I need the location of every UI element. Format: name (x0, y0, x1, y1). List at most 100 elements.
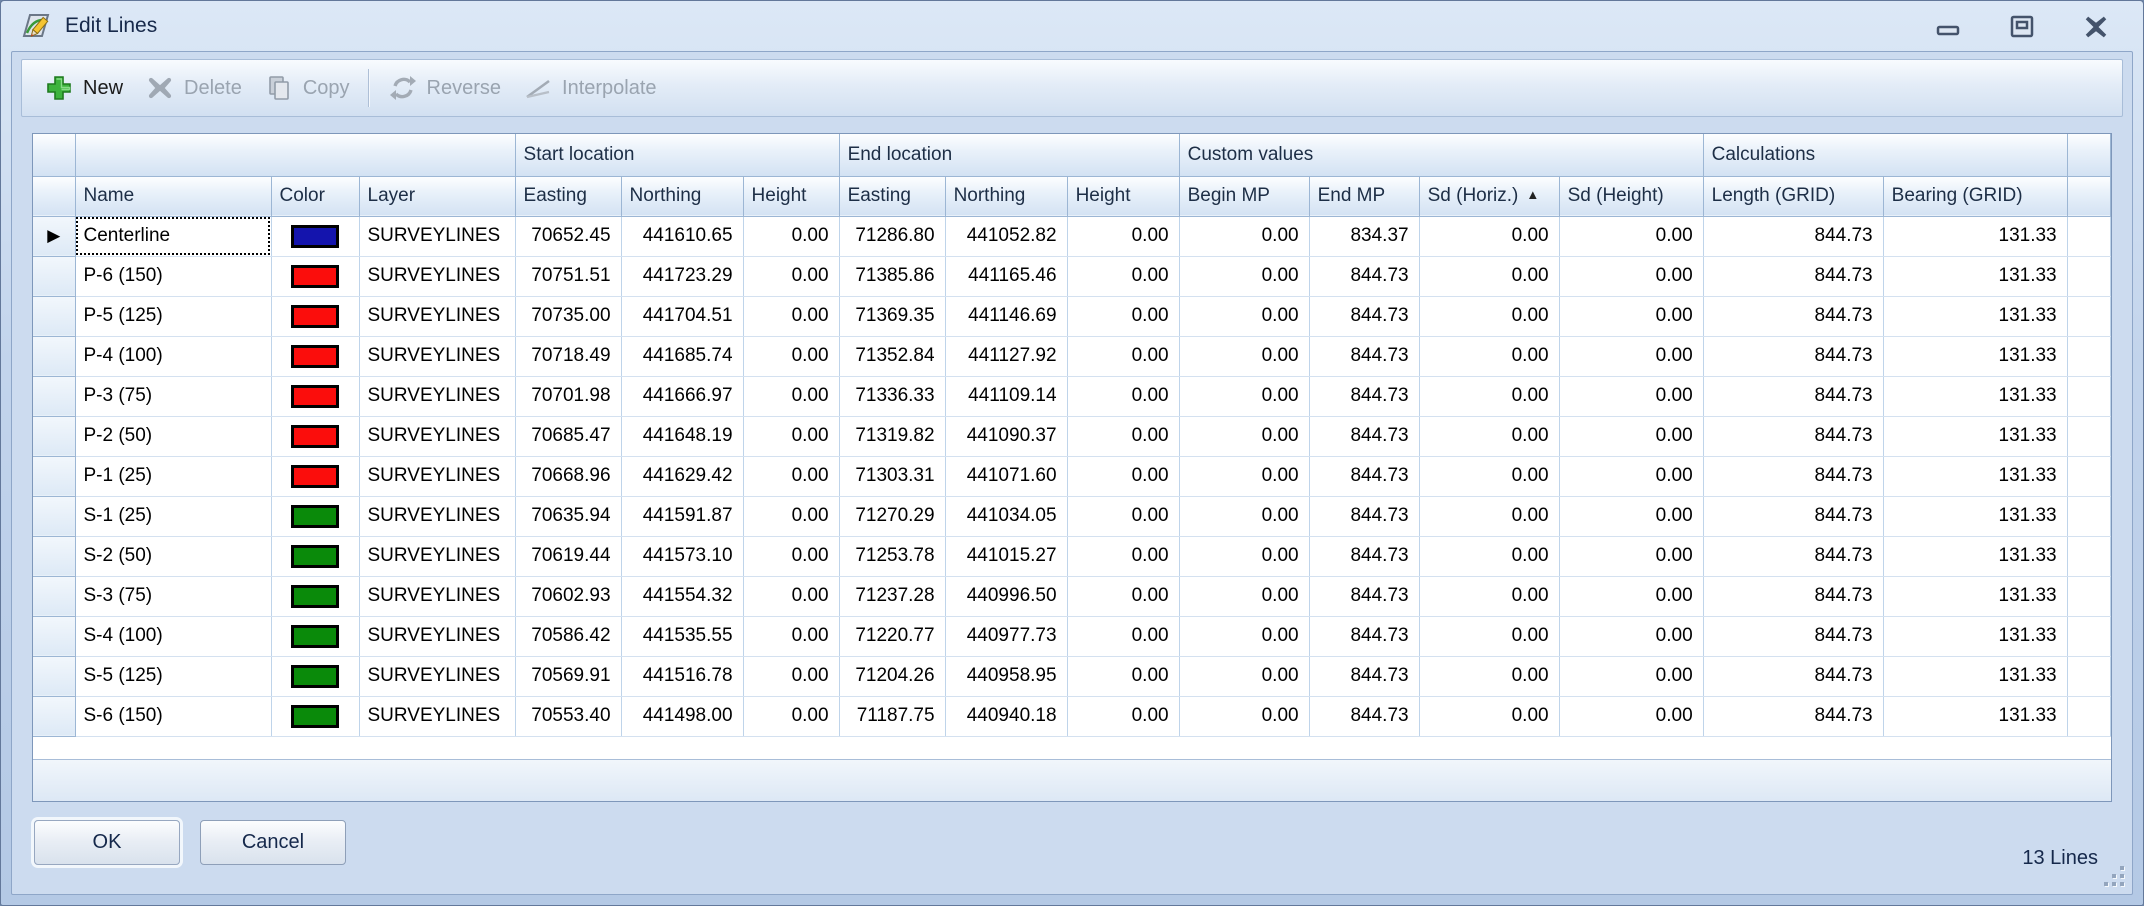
copy-button[interactable]: Copy (256, 67, 364, 109)
column-header-end-mp[interactable]: End MP (1309, 176, 1419, 216)
value-cell-northing[interactable]: 441723.29 (621, 256, 743, 296)
name-cell[interactable]: S-4 (100) (75, 616, 271, 656)
value-cell-height[interactable]: 0.00 (1067, 496, 1179, 536)
value-cell-height[interactable]: 0.00 (743, 656, 839, 696)
name-cell[interactable]: P-3 (75) (75, 376, 271, 416)
value-cell-end-mp[interactable]: 844.73 (1309, 336, 1419, 376)
color-cell[interactable] (271, 416, 359, 456)
value-cell-northing[interactable]: 441704.51 (621, 296, 743, 336)
value-cell-northing[interactable]: 441071.60 (945, 456, 1067, 496)
reverse-button[interactable]: Reverse (380, 67, 515, 109)
value-cell-length-grid[interactable]: 844.73 (1703, 336, 1883, 376)
value-cell-bearing-grid[interactable]: 131.33 (1883, 696, 2067, 736)
value-cell-height[interactable]: 0.00 (1067, 296, 1179, 336)
value-cell-northing[interactable]: 441015.27 (945, 536, 1067, 576)
column-header-height[interactable]: Height (1067, 176, 1179, 216)
name-cell[interactable]: S-3 (75) (75, 576, 271, 616)
row-selector-cell[interactable] (33, 656, 75, 696)
value-cell-easting[interactable]: 71286.80 (839, 216, 945, 256)
value-cell-sd-horiz[interactable]: 0.00 (1419, 696, 1559, 736)
layer-cell[interactable]: SURVEYLINES (359, 656, 515, 696)
value-cell-height[interactable]: 0.00 (1067, 656, 1179, 696)
layer-cell[interactable]: SURVEYLINES (359, 216, 515, 256)
value-cell-sd-horiz[interactable]: 0.00 (1419, 536, 1559, 576)
value-cell-begin-mp[interactable]: 0.00 (1179, 536, 1309, 576)
row-selector-cell[interactable] (33, 536, 75, 576)
titlebar[interactable]: Edit Lines (1, 1, 2143, 51)
value-cell-bearing-grid[interactable]: 131.33 (1883, 376, 2067, 416)
column-header-northing[interactable]: Northing (621, 176, 743, 216)
color-cell[interactable] (271, 296, 359, 336)
color-cell[interactable] (271, 216, 359, 256)
value-cell-northing[interactable]: 441554.32 (621, 576, 743, 616)
value-cell-height[interactable]: 0.00 (1067, 456, 1179, 496)
value-cell-easting[interactable]: 71352.84 (839, 336, 945, 376)
row-selector-cell[interactable] (33, 456, 75, 496)
value-cell-height[interactable]: 0.00 (743, 496, 839, 536)
value-cell-easting[interactable]: 70701.98 (515, 376, 621, 416)
value-cell-northing[interactable]: 441165.46 (945, 256, 1067, 296)
value-cell-length-grid[interactable]: 844.73 (1703, 576, 1883, 616)
value-cell-sd-height[interactable]: 0.00 (1559, 256, 1703, 296)
value-cell-easting[interactable]: 70735.00 (515, 296, 621, 336)
name-cell[interactable]: P-4 (100) (75, 336, 271, 376)
value-cell-easting[interactable]: 70635.94 (515, 496, 621, 536)
layer-cell[interactable]: SURVEYLINES (359, 456, 515, 496)
value-cell-easting[interactable]: 71220.77 (839, 616, 945, 656)
name-cell[interactable]: P-5 (125) (75, 296, 271, 336)
value-cell-northing[interactable]: 440958.95 (945, 656, 1067, 696)
color-cell[interactable] (271, 656, 359, 696)
column-header-color[interactable]: Color (271, 176, 359, 216)
value-cell-sd-height[interactable]: 0.00 (1559, 576, 1703, 616)
value-cell-sd-horiz[interactable]: 0.00 (1419, 496, 1559, 536)
value-cell-sd-horiz[interactable]: 0.00 (1419, 456, 1559, 496)
value-cell-northing[interactable]: 441090.37 (945, 416, 1067, 456)
column-header-length-grid[interactable]: Length (GRID) (1703, 176, 1883, 216)
value-cell-easting[interactable]: 70569.91 (515, 656, 621, 696)
color-cell[interactable] (271, 616, 359, 656)
value-cell-northing[interactable]: 441666.97 (621, 376, 743, 416)
value-cell-height[interactable]: 0.00 (1067, 616, 1179, 656)
row-selector-cell[interactable] (33, 616, 75, 656)
row-selector-cell[interactable] (33, 696, 75, 736)
row-selector-cell[interactable] (33, 376, 75, 416)
column-header-name[interactable]: Name (75, 176, 271, 216)
layer-cell[interactable]: SURVEYLINES (359, 256, 515, 296)
value-cell-begin-mp[interactable]: 0.00 (1179, 456, 1309, 496)
resize-grip[interactable] (2102, 864, 2124, 886)
value-cell-length-grid[interactable]: 844.73 (1703, 376, 1883, 416)
layer-cell[interactable]: SURVEYLINES (359, 696, 515, 736)
value-cell-height[interactable]: 0.00 (1067, 336, 1179, 376)
name-cell[interactable]: P-1 (25) (75, 456, 271, 496)
color-cell[interactable] (271, 376, 359, 416)
row-selector-cell[interactable] (33, 496, 75, 536)
value-cell-northing[interactable]: 441516.78 (621, 656, 743, 696)
column-header-bearing-grid[interactable]: Bearing (GRID) (1883, 176, 2067, 216)
value-cell-sd-height[interactable]: 0.00 (1559, 296, 1703, 336)
value-cell-end-mp[interactable]: 834.37 (1309, 216, 1419, 256)
value-cell-begin-mp[interactable]: 0.00 (1179, 216, 1309, 256)
value-cell-end-mp[interactable]: 844.73 (1309, 296, 1419, 336)
value-cell-end-mp[interactable]: 844.73 (1309, 536, 1419, 576)
value-cell-height[interactable]: 0.00 (1067, 216, 1179, 256)
value-cell-bearing-grid[interactable]: 131.33 (1883, 616, 2067, 656)
color-cell[interactable] (271, 336, 359, 376)
value-cell-sd-height[interactable]: 0.00 (1559, 656, 1703, 696)
value-cell-height[interactable]: 0.00 (1067, 376, 1179, 416)
row-selector-cell[interactable] (33, 296, 75, 336)
value-cell-end-mp[interactable]: 844.73 (1309, 456, 1419, 496)
value-cell-northing[interactable]: 441648.19 (621, 416, 743, 456)
value-cell-easting[interactable]: 71385.86 (839, 256, 945, 296)
value-cell-bearing-grid[interactable]: 131.33 (1883, 536, 2067, 576)
value-cell-begin-mp[interactable]: 0.00 (1179, 336, 1309, 376)
value-cell-bearing-grid[interactable]: 131.33 (1883, 576, 2067, 616)
value-cell-bearing-grid[interactable]: 131.33 (1883, 656, 2067, 696)
value-cell-length-grid[interactable]: 844.73 (1703, 216, 1883, 256)
value-cell-length-grid[interactable]: 844.73 (1703, 496, 1883, 536)
interpolate-button[interactable]: Interpolate (515, 67, 671, 109)
value-cell-easting[interactable]: 70685.47 (515, 416, 621, 456)
column-header-northing[interactable]: Northing (945, 176, 1067, 216)
value-cell-easting[interactable]: 71270.29 (839, 496, 945, 536)
value-cell-height[interactable]: 0.00 (743, 536, 839, 576)
value-cell-begin-mp[interactable]: 0.00 (1179, 376, 1309, 416)
